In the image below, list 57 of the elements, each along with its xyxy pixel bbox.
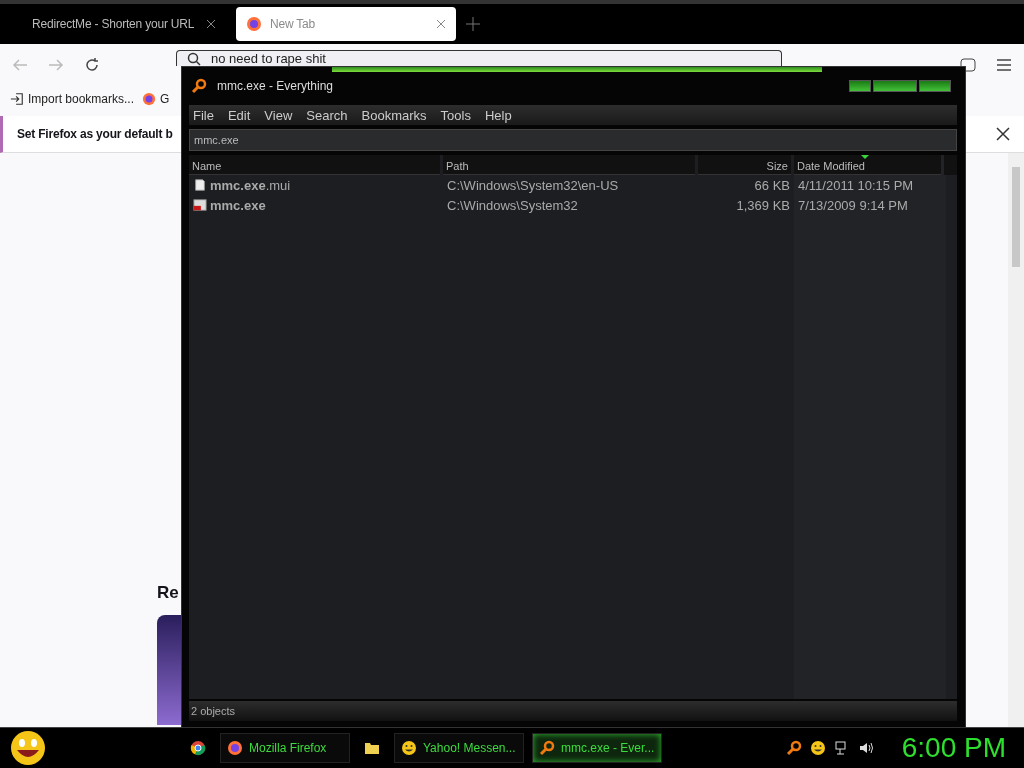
table-cell-text: 1,369 KB bbox=[735, 196, 791, 215]
banner-text: Set Firefox as your default b bbox=[17, 127, 173, 141]
maximize-button[interactable] bbox=[873, 80, 917, 92]
smiley-icon bbox=[401, 740, 417, 756]
magnifier-icon bbox=[539, 740, 555, 756]
volume-icon[interactable] bbox=[857, 740, 874, 756]
status-text: 2 objects bbox=[191, 705, 236, 717]
menu-item[interactable]: Search bbox=[306, 107, 348, 123]
table-cell-text: 66 KB bbox=[753, 176, 791, 195]
scrollbar[interactable] bbox=[1008, 153, 1024, 728]
document-icon bbox=[193, 178, 207, 192]
table-cell[interactable]: mmc.exe bbox=[189, 195, 443, 215]
firefox-icon bbox=[246, 16, 262, 32]
browser-tab[interactable]: New Tab bbox=[236, 7, 456, 41]
table-cell-text: C:\Windows\System32\en-US bbox=[446, 176, 620, 195]
firefox-icon bbox=[227, 740, 243, 756]
start-button[interactable] bbox=[8, 729, 48, 767]
menu-item[interactable]: Tools bbox=[440, 107, 471, 123]
browser-tab[interactable]: RedirectMe - Shorten your URL bbox=[28, 7, 226, 41]
close-button[interactable] bbox=[919, 80, 951, 92]
magnifier-icon bbox=[785, 740, 802, 756]
menu-item[interactable]: Bookmarks bbox=[361, 107, 427, 123]
magnifier-icon bbox=[191, 78, 207, 94]
folder-icon[interactable] bbox=[364, 740, 380, 756]
browser-icon[interactable] bbox=[190, 740, 206, 756]
search-field[interactable]: mmc.exe bbox=[189, 129, 957, 151]
column-header[interactable]: Name bbox=[189, 155, 440, 175]
column-header[interactable]: Size bbox=[698, 155, 791, 175]
taskbar-button[interactable]: Yahoo! Messen... bbox=[394, 733, 524, 763]
table-cell-text: 7/13/2009 9:14 PM bbox=[797, 196, 909, 215]
section-heading: Re bbox=[157, 583, 180, 603]
column-header[interactable]: Date Modified bbox=[794, 155, 941, 175]
table-cell[interactable]: mmc.exe.mui bbox=[189, 175, 443, 195]
table-cell-text: 4/11/2011 10:15 PM bbox=[797, 176, 915, 195]
minimize-button[interactable] bbox=[849, 80, 871, 92]
reload-icon[interactable] bbox=[84, 57, 100, 73]
window-title: mmc.exe - Everything bbox=[217, 79, 334, 93]
firefox-icon bbox=[142, 92, 157, 106]
story-card[interactable] bbox=[157, 615, 181, 725]
taskbar-button[interactable]: Mozilla Firefox bbox=[220, 733, 350, 763]
import-icon bbox=[10, 92, 24, 106]
menu-item[interactable]: Edit bbox=[227, 107, 251, 123]
program-icon bbox=[193, 198, 207, 212]
table-cell-text: C:\Windows\System32 bbox=[446, 196, 579, 215]
smiley-icon bbox=[809, 740, 826, 756]
close-icon[interactable] bbox=[206, 19, 216, 29]
clock[interactable]: 6:00 PM bbox=[901, 732, 1006, 764]
menu-item[interactable]: File bbox=[193, 107, 214, 123]
bookmark-link[interactable]: G bbox=[142, 92, 170, 106]
close-icon[interactable] bbox=[996, 127, 1010, 141]
menu-item[interactable]: Help bbox=[484, 107, 512, 123]
taskbar-button[interactable]: mmc.exe - Ever... bbox=[532, 733, 662, 763]
column-header[interactable]: Path bbox=[443, 155, 695, 175]
menu-icon[interactable] bbox=[996, 58, 1012, 72]
address-field[interactable]: no need to rape shit bbox=[176, 50, 782, 66]
menu-item[interactable]: View bbox=[264, 107, 293, 123]
bookmark-link[interactable]: Import bookmarks... bbox=[10, 92, 135, 106]
